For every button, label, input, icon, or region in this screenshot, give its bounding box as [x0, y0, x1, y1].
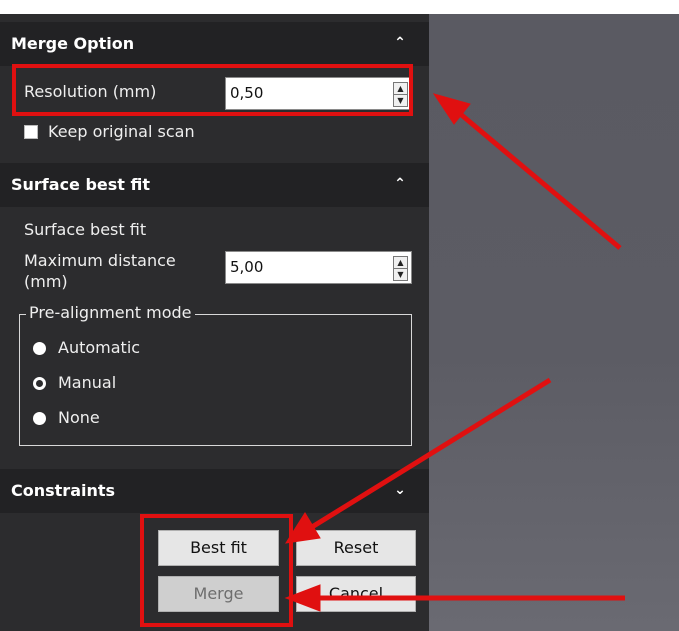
surface-best-fit-subtitle: Surface best fit [24, 220, 147, 239]
surface-best-fit-header[interactable]: Surface best fit ⌃ [0, 163, 429, 207]
chevron-up-icon[interactable]: ⌃ [392, 173, 408, 195]
merge-option-title: Merge Option [11, 34, 135, 53]
radio-automatic-label[interactable]: Automatic [58, 338, 140, 357]
max-distance-label-line1: Maximum distance [24, 251, 176, 270]
resolution-label: Resolution (mm) [24, 82, 157, 101]
decrement-icon[interactable]: ▼ [394, 268, 407, 280]
radio-manual-label[interactable]: Manual [58, 373, 116, 392]
pre-alignment-title: Pre-alignment mode [26, 303, 195, 322]
merge-option-header[interactable]: Merge Option ⌃ [0, 22, 429, 66]
resolution-spinbox[interactable]: 0,50 ▲ ▼ [225, 77, 412, 110]
max-distance-stepper[interactable]: ▲ ▼ [393, 256, 408, 281]
resolution-value[interactable]: 0,50 [230, 84, 263, 102]
radio-automatic[interactable] [33, 342, 46, 355]
increment-icon[interactable]: ▲ [394, 83, 407, 94]
radio-none[interactable] [33, 412, 46, 425]
chevron-up-icon[interactable]: ⌃ [392, 32, 408, 54]
max-distance-spinbox[interactable]: 5,00 ▲ ▼ [225, 251, 412, 284]
decrement-icon[interactable]: ▼ [394, 94, 407, 106]
radio-none-label[interactable]: None [58, 408, 100, 427]
radio-manual[interactable] [33, 377, 46, 390]
chevron-down-icon[interactable]: ⌄ [392, 479, 408, 501]
constraints-title: Constraints [11, 481, 116, 500]
surface-best-fit-title: Surface best fit [11, 175, 151, 194]
max-distance-label-line2: (mm) [24, 272, 68, 291]
max-distance-value[interactable]: 5,00 [230, 258, 263, 276]
keep-original-checkbox[interactable] [24, 125, 38, 139]
3d-viewport[interactable] [429, 14, 679, 631]
best-fit-button[interactable]: Best fit [158, 530, 279, 566]
keep-original-label: Keep original scan [48, 122, 195, 141]
constraints-header[interactable]: Constraints ⌄ [0, 469, 429, 513]
cancel-button[interactable]: Cancel [296, 576, 416, 612]
reset-button[interactable]: Reset [296, 530, 416, 566]
merge-button[interactable]: Merge [158, 576, 279, 612]
resolution-stepper[interactable]: ▲ ▼ [393, 82, 408, 107]
increment-icon[interactable]: ▲ [394, 257, 407, 268]
